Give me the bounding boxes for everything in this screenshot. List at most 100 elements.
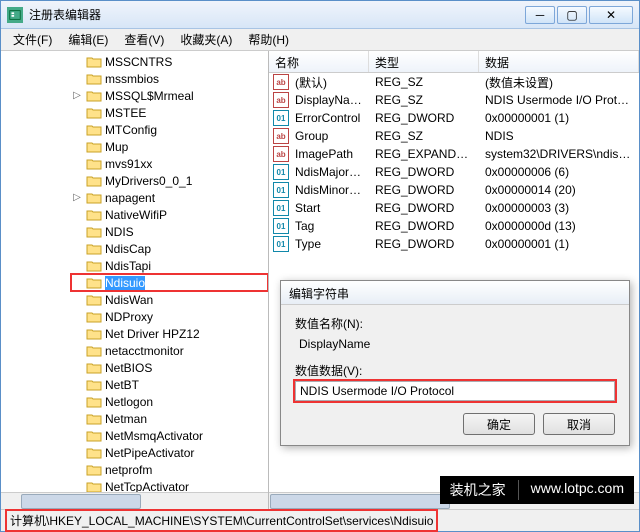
list-row[interactable]: ab(默认)REG_SZ(数值未设置) — [269, 73, 639, 91]
cell-type: REG_DWORD — [369, 111, 479, 125]
folder-icon — [86, 429, 102, 443]
tree-label: MSSQL$Mrmeal — [105, 89, 194, 103]
folder-icon — [86, 327, 102, 341]
string-value-icon: ab — [273, 146, 289, 162]
list-row[interactable]: abDisplayNameREG_SZNDIS Usermode I/O Pro… — [269, 91, 639, 109]
cancel-button[interactable]: 取消 — [543, 413, 615, 435]
tree-node[interactable]: NdisCap — [71, 240, 268, 257]
menu-file[interactable]: 文件(F) — [5, 29, 60, 50]
tree-node[interactable]: netprofm — [71, 461, 268, 478]
cell-name: Tag — [289, 219, 369, 233]
tree-node[interactable]: NetMsmqActivator — [71, 427, 268, 444]
col-type[interactable]: 类型 — [369, 51, 479, 72]
tree-label: NetPipeActivator — [105, 446, 194, 460]
cell-type: REG_DWORD — [369, 165, 479, 179]
tree-node[interactable]: MTConfig — [71, 121, 268, 138]
tree-label: netprofm — [105, 463, 152, 477]
tree-node[interactable]: netacctmonitor — [71, 342, 268, 359]
binary-value-icon: 01 — [273, 200, 289, 216]
list-row[interactable]: 01NdisMinorVer...REG_DWORD0x00000014 (20… — [269, 181, 639, 199]
list-row[interactable]: 01TypeREG_DWORD0x00000001 (1) — [269, 235, 639, 253]
maximize-button[interactable]: ▢ — [557, 6, 587, 24]
tree-node[interactable]: Mup — [71, 138, 268, 155]
menu-edit[interactable]: 编辑(E) — [60, 29, 116, 50]
tree-node[interactable]: Netman — [71, 410, 268, 427]
window-controls: ─ ▢ ✕ — [523, 6, 633, 24]
folder-icon — [86, 344, 102, 358]
titlebar[interactable]: 注册表编辑器 ─ ▢ ✕ — [1, 1, 639, 29]
app-icon — [7, 7, 23, 23]
folder-icon — [86, 242, 102, 256]
menu-favorites[interactable]: 收藏夹(A) — [172, 29, 240, 50]
tree-label: Ndisuio — [105, 276, 145, 290]
tree-node[interactable]: NdisTapi — [71, 257, 268, 274]
tree-node[interactable]: MSTEE — [71, 104, 268, 121]
tree-label: napagent — [105, 191, 155, 205]
cell-data: 0x00000006 (6) — [479, 165, 639, 179]
list-row[interactable]: abGroupREG_SZNDIS — [269, 127, 639, 145]
ok-button[interactable]: 确定 — [463, 413, 535, 435]
value-name-label: 数值名称(N): — [295, 315, 615, 332]
tree-node[interactable]: NdisWan — [71, 291, 268, 308]
tree-label: NetBIOS — [105, 361, 152, 375]
col-name[interactable]: 名称 — [269, 51, 369, 72]
tree-node[interactable]: MyDrivers0_0_1 — [71, 172, 268, 189]
dialog-body: 数值名称(N): 数值数据(V): 确定 取消 — [281, 305, 629, 445]
minimize-button[interactable]: ─ — [525, 6, 555, 24]
binary-value-icon: 01 — [273, 110, 289, 126]
expander-icon[interactable]: ▷ — [71, 90, 83, 101]
list-row[interactable]: 01ErrorControlREG_DWORD0x00000001 (1) — [269, 109, 639, 127]
menu-help[interactable]: 帮助(H) — [240, 29, 297, 50]
value-data-field[interactable] — [295, 381, 615, 401]
tree-node[interactable]: NDIS — [71, 223, 268, 240]
dialog-buttons: 确定 取消 — [295, 409, 615, 435]
folder-icon — [86, 123, 102, 137]
binary-value-icon: 01 — [273, 164, 289, 180]
cell-name: ErrorControl — [289, 111, 369, 125]
binary-value-icon: 01 — [273, 182, 289, 198]
tree-label: Netlogon — [105, 395, 153, 409]
list-row[interactable]: 01StartREG_DWORD0x00000003 (3) — [269, 199, 639, 217]
cell-type: REG_SZ — [369, 129, 479, 143]
tree-node[interactable]: ▷ napagent — [71, 189, 268, 206]
tree-node[interactable]: ▷ MSSQL$Mrmeal — [71, 87, 268, 104]
folder-icon — [86, 89, 102, 103]
tree-node[interactable]: NetPipeActivator — [71, 444, 268, 461]
tree-node[interactable]: NetBT — [71, 376, 268, 393]
tree-label: NativeWifiP — [105, 208, 167, 222]
cell-type: REG_DWORD — [369, 201, 479, 215]
watermark: 装机之家 www.lotpc.com — [440, 476, 634, 504]
tree-label: Netman — [105, 412, 147, 426]
tree-node[interactable]: Netlogon — [71, 393, 268, 410]
string-value-icon: ab — [273, 74, 289, 90]
tree-node[interactable]: mssmbios — [71, 70, 268, 87]
tree-label: NdisCap — [105, 242, 151, 256]
tree-node[interactable]: NetBIOS — [71, 359, 268, 376]
list-row[interactable]: abImagePathREG_EXPAND_SZsystem32\DRIVERS… — [269, 145, 639, 163]
cell-data: 0x00000001 (1) — [479, 237, 639, 251]
tree-node[interactable]: mvs91xx — [71, 155, 268, 172]
folder-icon — [86, 72, 102, 86]
menu-view[interactable]: 查看(V) — [116, 29, 172, 50]
tree-node[interactable]: NativeWifiP — [71, 206, 268, 223]
tree-node[interactable]: MSSCNTRS — [71, 53, 268, 70]
edit-string-dialog[interactable]: 编辑字符串 数值名称(N): 数值数据(V): 确定 取消 — [280, 280, 630, 446]
cell-name: NdisMajorVer... — [289, 165, 369, 179]
binary-value-icon: 01 — [273, 218, 289, 234]
list-row[interactable]: 01NdisMajorVer...REG_DWORD0x00000006 (6) — [269, 163, 639, 181]
list-row[interactable]: 01TagREG_DWORD0x0000000d (13) — [269, 217, 639, 235]
tree-label: NDProxy — [105, 310, 153, 324]
folder-icon — [86, 157, 102, 171]
col-data[interactable]: 数据 — [479, 51, 639, 72]
tree-pane[interactable]: MSSCNTRSmssmbios ▷ MSSQL$MrmealMSTEEMTConf… — [1, 51, 269, 509]
tree-node[interactable]: NDProxy — [71, 308, 268, 325]
cell-type: REG_EXPAND_SZ — [369, 147, 479, 161]
close-button[interactable]: ✕ — [589, 6, 633, 24]
tree-node[interactable]: Ndisuio — [71, 274, 268, 291]
tree-node[interactable]: Net Driver HPZ12 — [71, 325, 268, 342]
dialog-title[interactable]: 编辑字符串 — [281, 281, 629, 305]
tree-label: Mup — [105, 140, 128, 154]
tree-hscroll[interactable] — [1, 492, 268, 509]
statusbar: 计算机\HKEY_LOCAL_MACHINE\SYSTEM\CurrentCon… — [1, 509, 639, 531]
expander-icon[interactable]: ▷ — [71, 192, 83, 203]
